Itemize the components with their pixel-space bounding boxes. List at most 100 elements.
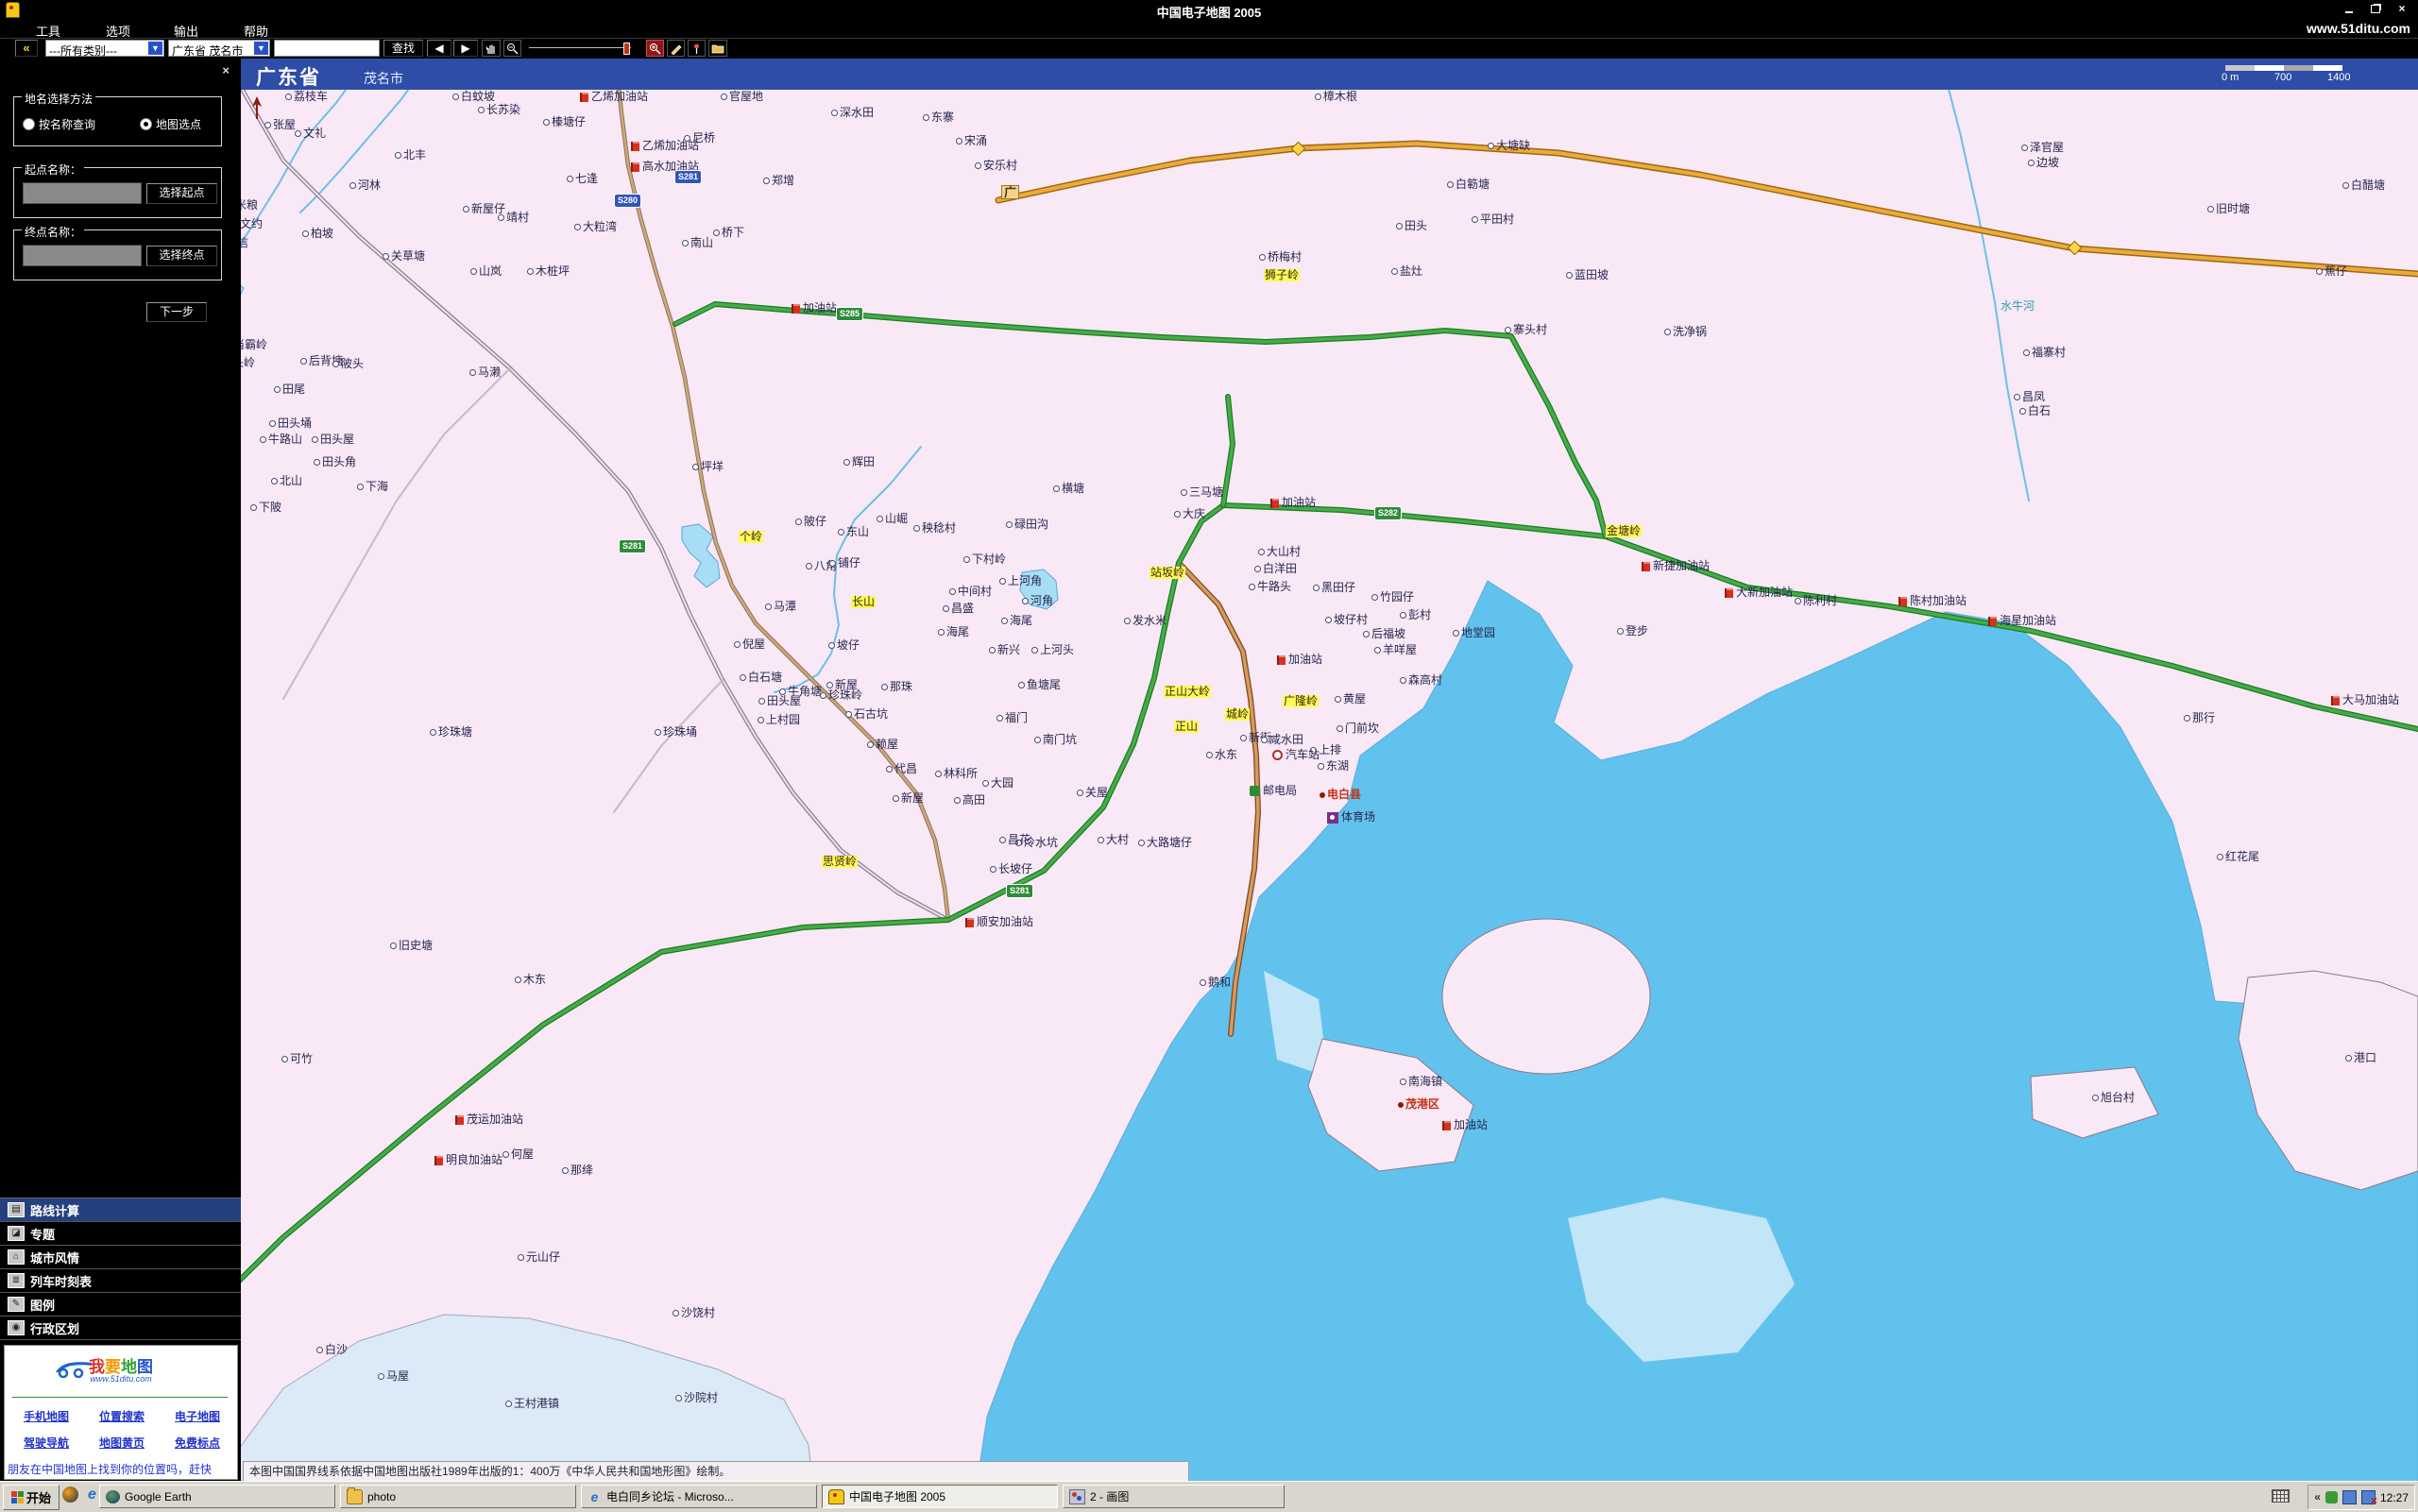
task-button-2[interactable]: e电白同乡论坛 - Microso...	[581, 1485, 817, 1508]
minimize-button[interactable]	[2339, 3, 2359, 16]
village-label: 下村岭	[963, 553, 1006, 566]
search-input[interactable]	[274, 40, 380, 57]
village-dot-icon	[765, 603, 772, 610]
county-dot-icon	[1320, 792, 1325, 798]
network-offline-icon[interactable]	[2361, 1490, 2375, 1504]
village-dot-icon	[1505, 327, 1511, 333]
village-dot-icon	[1313, 585, 1320, 591]
village-dot-icon	[378, 1373, 384, 1380]
map-canvas[interactable]: 荔枝车白蚊坡乙烯加油站官屋地深水田东寨樟木根大堀张屋文礼长苏染榛塘仔尼桥宋涌大塘…	[241, 90, 2418, 1481]
collapse-panel-button[interactable]: «	[15, 40, 38, 57]
back-button[interactable]: ◀	[427, 40, 451, 57]
village-label: 沙饶村	[673, 1307, 715, 1319]
zoom-slider[interactable]	[525, 40, 644, 57]
zoom-slider-thumb[interactable]	[623, 42, 630, 55]
village-dot-icon	[1022, 598, 1029, 604]
task-button-3[interactable]: 中国电子地图 2005	[822, 1485, 1058, 1508]
category-select[interactable]: ---所有类别--- ▼	[45, 40, 164, 57]
radio-search-by-name[interactable]: 按名称查询	[23, 116, 95, 132]
radio-icon[interactable]	[23, 118, 35, 130]
village-label: 大园	[982, 777, 1013, 790]
promo-link-2[interactable]: 电子地图	[175, 1408, 220, 1424]
restore-button[interactable]	[2365, 3, 2386, 16]
find-button[interactable]: 查找	[383, 40, 423, 57]
village-label: 港口	[2345, 1052, 2376, 1064]
village-label: 泽官屋	[2021, 142, 2064, 154]
scale-0: 0 m	[2222, 72, 2239, 83]
tray-chevron-icon[interactable]: «	[2314, 1491, 2321, 1504]
measure-pencil-icon[interactable]	[667, 40, 685, 57]
start-name-field[interactable]	[23, 182, 142, 204]
radio-label: 地图选点	[156, 116, 201, 132]
task-button-4[interactable]: 2 - 画图	[1063, 1485, 1285, 1508]
zoom-out-icon[interactable]	[503, 40, 521, 57]
promo-link-3[interactable]: 驾驶导航	[24, 1435, 69, 1451]
village-dot-icon	[498, 214, 504, 221]
village-label: 庄信	[241, 237, 248, 249]
task-button-0[interactable]: Google Earth	[99, 1485, 335, 1508]
clock: 12:27	[2380, 1491, 2409, 1504]
method-groupbox: 地名选择方法 按名称查询 地图选点	[13, 96, 222, 146]
sidebar-item-3[interactable]: ≣列车时刻表	[0, 1269, 241, 1293]
sidebar-item-0[interactable]: ▤路线计算	[0, 1198, 241, 1222]
radio-icon[interactable]	[140, 118, 152, 130]
hill-label: 个岭	[739, 531, 763, 543]
media-player-icon[interactable]	[62, 1487, 78, 1503]
village-dot-icon	[1447, 181, 1454, 188]
village-label: 大庆	[1174, 508, 1205, 520]
promo-link-1[interactable]: 位置搜索	[99, 1408, 145, 1424]
pushpin-icon[interactable]	[688, 40, 706, 57]
start-button[interactable]: 开始	[3, 1485, 60, 1510]
village-dot-icon	[463, 206, 469, 212]
promo-link-5[interactable]: 免费标点	[175, 1435, 220, 1451]
radio-pick-on-map[interactable]: 地图选点	[140, 116, 201, 132]
village-label: 长苏染	[478, 104, 520, 116]
chevron-down-icon[interactable]: ▼	[148, 42, 162, 55]
village-label: 牛路山	[260, 433, 302, 446]
menu-options[interactable]: 选项	[106, 22, 130, 40]
village-dot-icon	[982, 780, 989, 787]
panel-close-icon[interactable]: ×	[222, 63, 230, 77]
village-label: 大路塘仔	[1138, 837, 1192, 849]
menu-help[interactable]: 帮助	[244, 22, 268, 40]
village-dot-icon	[779, 688, 786, 695]
village-dot-icon	[1018, 682, 1025, 688]
close-button[interactable]: ×	[2392, 3, 2412, 16]
village-label: 登步	[1617, 625, 1648, 637]
gas-station-label: 加油站	[1277, 654, 1322, 666]
region-select[interactable]: 广东省 茂名市 ▼	[168, 40, 270, 57]
end-name-field[interactable]	[23, 245, 142, 266]
sidebar-item-5[interactable]: ◉行政区划	[0, 1317, 241, 1340]
gas-station-label: 大新加油站	[1725, 586, 1793, 599]
sidebar-item-2[interactable]: ⌂城市风情	[0, 1246, 241, 1269]
scale-bar: 0 m 700 1400	[2225, 63, 2405, 84]
sidebar-item-1[interactable]: ◪专题	[0, 1222, 241, 1246]
promo-link-0[interactable]: 手机地图	[24, 1408, 69, 1424]
internet-explorer-icon[interactable]: e	[84, 1487, 100, 1503]
tray-green-icon[interactable]	[2325, 1491, 2338, 1504]
village-label: 可竹	[281, 1053, 313, 1065]
next-step-button[interactable]: 下一步	[146, 302, 207, 322]
globe-icon	[106, 1490, 120, 1504]
village-dot-icon	[923, 114, 929, 121]
village-dot-icon	[913, 525, 920, 532]
zoom-in-icon[interactable]	[646, 40, 664, 57]
choose-end-button[interactable]: 选择终点	[146, 246, 217, 266]
promo-marquee: 朋友在中国地图上找到你的位置吗，赶快	[8, 1461, 234, 1477]
region-select-value: 广东省 茂名市	[172, 42, 243, 59]
menu-tools[interactable]: 工具	[36, 22, 60, 40]
pan-hand-icon[interactable]	[482, 40, 501, 57]
village-dot-icon	[999, 837, 1006, 843]
task-button-1[interactable]: photo	[340, 1485, 576, 1508]
sidebar-item-4[interactable]: ✎图例	[0, 1293, 241, 1317]
village-dot-icon	[1249, 584, 1255, 590]
promo-link-4[interactable]: 地图黄页	[99, 1435, 145, 1451]
choose-start-button[interactable]: 选择起点	[146, 183, 217, 204]
forward-button[interactable]: ▶	[453, 40, 478, 57]
chevron-down-icon[interactable]: ▼	[254, 42, 268, 55]
folder-icon[interactable]	[708, 40, 727, 57]
menu-output[interactable]: 输出	[174, 22, 198, 40]
toolbar: « ---所有类别--- ▼ 广东省 茂名市 ▼ 查找 ◀ ▶	[0, 39, 2418, 59]
network-icon[interactable]	[2342, 1490, 2357, 1504]
input-method-keyboard-icon[interactable]	[2272, 1489, 2290, 1503]
